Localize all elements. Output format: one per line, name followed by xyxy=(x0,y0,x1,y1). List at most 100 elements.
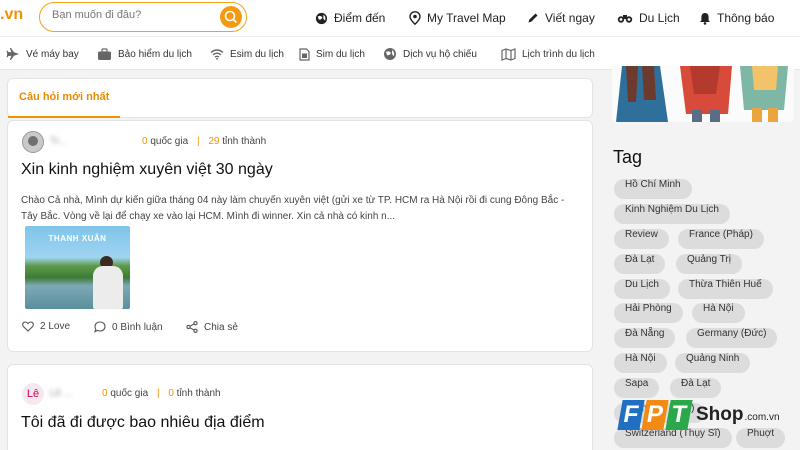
nav-diem-den[interactable]: Điểm đến xyxy=(315,0,385,36)
people-illustration xyxy=(612,66,794,122)
fpt-letter: F xyxy=(617,400,645,430)
country-count: 0 xyxy=(102,388,108,399)
subnav-bao-hiem[interactable]: Bảo hiểm du lịch xyxy=(97,45,192,63)
subnav-label: Dịch vụ hộ chiếu xyxy=(403,48,477,60)
province-label: tỉnh thành xyxy=(176,388,221,399)
question-card[interactable]: Lê Lê ... 0 quốc gia | 0 tỉnh thành Tôi … xyxy=(7,364,593,450)
subnav-ho-chieu[interactable]: Dịch vụ hộ chiếu xyxy=(383,45,477,63)
share-button[interactable]: Chia sẻ xyxy=(186,321,238,333)
fptshop-watermark-logo: F P T Shop .com.vn xyxy=(617,398,780,432)
nav-label: Thông báo xyxy=(717,11,775,25)
active-tab-indicator xyxy=(8,116,120,118)
nav-label: My Travel Map xyxy=(427,11,506,25)
sim-card-icon xyxy=(299,47,310,61)
fpt-letter: T xyxy=(665,400,693,430)
stat-separator: | xyxy=(156,388,160,399)
subnav-label: Sim du lịch xyxy=(316,48,365,60)
stat-separator: | xyxy=(196,136,200,147)
comment-icon xyxy=(94,321,106,333)
tag-chip[interactable]: Review xyxy=(614,229,669,249)
nav-thong-bao[interactable]: Thông báo xyxy=(699,0,774,36)
fpt-shop-text: Shop xyxy=(696,404,744,425)
subnav-esim[interactable]: Esim du lịch xyxy=(210,45,284,63)
nav-du-lich[interactable]: Du Lịch xyxy=(617,0,680,36)
tag-chip[interactable]: Đà Lạt xyxy=(670,378,722,398)
person-figure xyxy=(93,266,123,309)
nav-viet-ngay[interactable]: Viết ngay xyxy=(527,0,595,36)
fpt-domain-text: .com.vn xyxy=(744,412,780,423)
avatar[interactable] xyxy=(22,131,44,153)
service-bar: Vé máy bay Bảo hiểm du lịch Esim du lịch… xyxy=(0,36,800,70)
subnav-label: Esim du lịch xyxy=(230,48,284,60)
username[interactable]: Tr... xyxy=(50,136,67,147)
binoculars-icon xyxy=(617,12,633,24)
airplane-icon xyxy=(6,47,20,61)
nav-my-travel-map[interactable]: My Travel Map xyxy=(409,0,506,36)
user-stats: 0 quốc gia | 0 tỉnh thành xyxy=(102,388,221,399)
avatar[interactable]: Lê xyxy=(22,383,44,405)
subnav-ve-may-bay[interactable]: Vé máy bay xyxy=(6,45,79,63)
search-input[interactable] xyxy=(52,9,212,21)
fpt-letters: F P T xyxy=(617,400,693,430)
tag-chip[interactable]: Quảng Ninh xyxy=(675,353,751,373)
question-title[interactable]: Tôi đã đi được bao nhiêu địa điểm xyxy=(21,414,265,432)
subnav-label: Bảo hiểm du lịch xyxy=(118,48,192,60)
tag-chip[interactable]: Đà Nẵng xyxy=(614,328,676,348)
tag-chip[interactable]: Hà Nội xyxy=(692,303,745,323)
love-button[interactable]: 2 Love xyxy=(22,321,70,332)
tag-chip[interactable]: France (Pháp) xyxy=(678,229,764,249)
search-button[interactable] xyxy=(220,6,242,28)
subnav-label: Lịch trình du lịch xyxy=(522,48,595,60)
tag-chip[interactable]: Sapa xyxy=(614,378,660,398)
search-box[interactable] xyxy=(39,2,247,32)
tag-chip[interactable]: Germany (Đức) xyxy=(686,328,778,348)
image-caption: THANH XUÂN xyxy=(48,234,107,243)
briefcase-icon xyxy=(97,47,112,61)
question-tabs: Câu hỏi mới nhất xyxy=(7,78,593,118)
question-title[interactable]: Xin kinh nghiệm xuyên việt 30 ngày xyxy=(21,161,273,179)
tag-chip[interactable]: Đà Lạt xyxy=(614,254,666,274)
tag-heading: Tag xyxy=(613,147,643,167)
share-label: Chia sẻ xyxy=(204,321,238,333)
globe-icon xyxy=(315,12,328,25)
question-image[interactable]: THANH XUÂN xyxy=(25,226,130,309)
bell-icon xyxy=(699,12,711,25)
share-icon xyxy=(186,321,198,333)
question-card[interactable]: Tr... 0 quốc gia | 29 tỉnh thành Xin kin… xyxy=(7,120,593,352)
subnav-sim[interactable]: Sim du lịch xyxy=(299,45,365,63)
tag-chip[interactable]: Du Lịch xyxy=(614,279,670,299)
tag-chip[interactable]: Hải Phòng xyxy=(614,303,683,323)
tag-chip[interactable]: Kinh Nghiệm Du Lịch xyxy=(614,204,730,224)
tag-chip[interactable]: Thừa Thiên Huế xyxy=(678,279,773,299)
country-count: 0 xyxy=(142,136,148,147)
country-label: quốc gia xyxy=(150,136,189,147)
subnav-lich-trinh[interactable]: Lịch trình du lịch xyxy=(501,45,595,63)
map-pin-icon xyxy=(409,11,421,25)
subnav-label: Vé máy bay xyxy=(26,48,79,60)
map-icon xyxy=(501,47,516,61)
user-stats: 0 quốc gia | 29 tỉnh thành xyxy=(142,136,266,147)
province-label: tỉnh thành xyxy=(222,136,267,147)
country-label: quốc gia xyxy=(110,388,149,399)
top-header: .vn Điểm đến My Travel Map Viết ngay Du … xyxy=(0,0,800,36)
search-icon xyxy=(224,10,237,23)
province-count: 0 xyxy=(168,388,174,399)
site-logo[interactable]: .vn xyxy=(0,6,23,24)
fpt-letter: P xyxy=(641,400,669,430)
province-count: 29 xyxy=(208,136,220,147)
tag-chip[interactable]: Quảng Trị xyxy=(676,254,742,274)
travel-banner-illustration xyxy=(612,66,794,122)
globe-icon xyxy=(383,47,397,61)
tag-chip[interactable]: Hồ Chí Minh xyxy=(614,179,692,199)
question-excerpt: Chào Cả nhà, Mình dự kiến giữa tháng 04 … xyxy=(21,195,565,222)
wifi-icon xyxy=(210,48,224,60)
nav-label: Điểm đến xyxy=(334,11,386,25)
tag-chip[interactable]: Hà Nội xyxy=(614,353,667,373)
tab-latest-questions[interactable]: Câu hỏi mới nhất xyxy=(19,91,109,103)
pencil-icon xyxy=(527,12,539,24)
username[interactable]: Lê ... xyxy=(50,388,72,399)
heart-icon xyxy=(22,321,34,332)
comment-button[interactable]: 0 Bình luận xyxy=(94,321,163,333)
nav-label: Du Lịch xyxy=(639,11,680,25)
comment-count: 0 Bình luận xyxy=(112,321,163,333)
